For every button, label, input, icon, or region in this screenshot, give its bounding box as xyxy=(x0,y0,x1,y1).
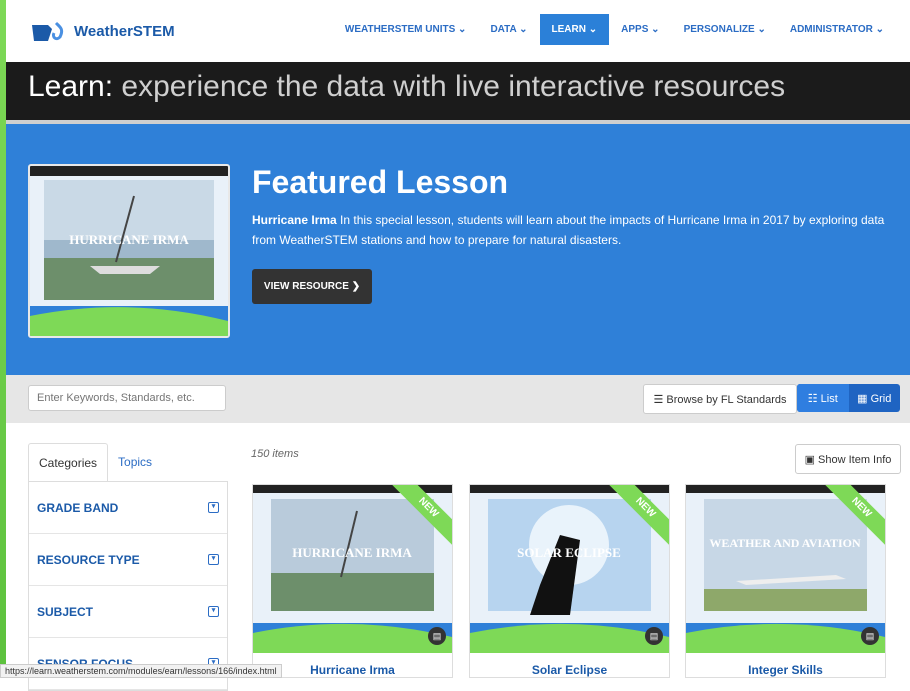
show-item-info-button[interactable]: ▣ Show Item Info xyxy=(795,444,901,474)
brand-name: WeatherSTEM xyxy=(74,22,175,40)
sidebar-tabs: Categories Topics xyxy=(28,443,228,481)
filter-toolbar: ☰ Browse by FL Standards ☷ List ▦ Grid xyxy=(6,375,910,423)
card-title[interactable]: Integer Skills xyxy=(686,663,885,677)
category-subject[interactable]: SUBJECT ▾ xyxy=(29,586,227,638)
resource-card[interactable]: WEATHER AND AVIATION NEW ▤ Integer Skill… xyxy=(685,484,886,678)
nav-learn[interactable]: LEARN ⌄ xyxy=(539,14,610,45)
view-resource-button[interactable]: VIEW RESOURCE ❯ xyxy=(252,269,372,304)
nav-administrator[interactable]: ADMINISTRATOR ⌄ xyxy=(778,14,896,45)
nav-data[interactable]: DATA ⌄ xyxy=(478,14,539,45)
svg-text:HURRICANE IRMA: HURRICANE IRMA xyxy=(292,545,412,560)
featured-lesson-thumbnail[interactable]: HURRICANE IRMA xyxy=(28,164,230,338)
browse-standards-button[interactable]: ☰ Browse by FL Standards xyxy=(643,384,797,414)
document-icon: ▤ xyxy=(861,627,879,645)
nav-apps[interactable]: APPS ⌄ xyxy=(609,14,671,45)
top-navigation: WeatherSTEM WEATHERSTEM UNITS ⌄ DATA ⌄ L… xyxy=(6,0,910,62)
expand-icon: ▾ xyxy=(208,554,219,565)
svg-text:SOLAR ECLIPSE: SOLAR ECLIPSE xyxy=(517,545,621,560)
expand-icon: ▾ xyxy=(208,606,219,617)
filter-sidebar: Categories Topics GRADE BAND ▾ RESOURCE T… xyxy=(28,443,228,691)
featured-heading: Featured Lesson xyxy=(252,164,509,200)
card-title[interactable]: Hurricane Irma xyxy=(253,663,452,677)
view-toggle: ☷ List ▦ Grid xyxy=(797,384,900,412)
nav-weatherstem-units[interactable]: WEATHERSTEM UNITS ⌄ xyxy=(333,14,479,45)
card-title[interactable]: Solar Eclipse xyxy=(470,663,669,677)
tab-topics[interactable]: Topics xyxy=(108,443,162,481)
florida-logo-icon xyxy=(32,21,64,41)
svg-text:WEATHER AND AVIATION: WEATHER AND AVIATION xyxy=(709,536,861,550)
result-count: 150 items xyxy=(251,448,299,460)
category-resource-type[interactable]: RESOURCE TYPE ▾ xyxy=(29,534,227,586)
nav-personalize[interactable]: PERSONALIZE ⌄ xyxy=(672,14,778,45)
grid-view-button[interactable]: ▦ Grid xyxy=(849,384,901,412)
document-icon: ▤ xyxy=(428,627,446,645)
expand-icon: ▾ xyxy=(208,502,219,513)
category-grade-band[interactable]: GRADE BAND ▾ xyxy=(29,482,227,534)
brand-logo[interactable]: WeatherSTEM xyxy=(30,16,175,46)
list-view-button[interactable]: ☷ List xyxy=(797,384,849,412)
tab-categories[interactable]: Categories xyxy=(28,443,109,481)
featured-description: Hurricane Irma In this special lesson, s… xyxy=(252,213,885,247)
page-header: Learn: experience the data with live int… xyxy=(6,62,910,120)
category-list: GRADE BAND▾ RESOURCE TYPE▾ SUBJECT▾ SENS… xyxy=(28,481,228,691)
resource-card[interactable]: SOLAR ECLIPSE NEW ▤ Solar Eclipse xyxy=(469,484,670,678)
search-input[interactable] xyxy=(28,385,226,411)
main-nav: WEATHERSTEM UNITS ⌄ DATA ⌄ LEARN ⌄ APPS … xyxy=(333,14,896,45)
resource-card[interactable]: HURRICANE IRMA NEW ▤ Hurricane Irma xyxy=(252,484,453,678)
svg-text:HURRICANE IRMA: HURRICANE IRMA xyxy=(69,232,189,247)
document-icon: ▤ xyxy=(645,627,663,645)
page-title: Learn: experience the data with live int… xyxy=(28,70,786,103)
featured-lesson-banner: HURRICANE IRMA Featured Lesson Hurricane… xyxy=(6,124,910,375)
